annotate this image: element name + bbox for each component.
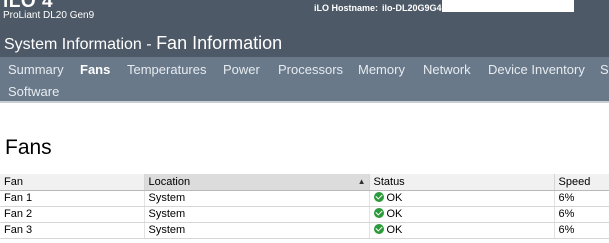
fans-table: Fan Location ▲ Status Speed Fan 1 System…	[0, 174, 609, 239]
fan-status-text: OK	[386, 208, 403, 220]
fan-name-cell: Fan 3	[0, 222, 145, 239]
tab-bar-divider	[0, 101, 609, 103]
sort-ascending-icon: ▲	[357, 177, 366, 186]
column-header-fan[interactable]: Fan	[0, 174, 145, 191]
column-header-status[interactable]: Status	[369, 174, 555, 191]
fan-status-cell: OK	[369, 206, 555, 223]
fan-status-cell: OK	[369, 222, 555, 239]
tab-memory[interactable]: Memory	[358, 62, 405, 77]
tab-summary[interactable]: Summary	[8, 62, 64, 77]
hostname-label: iLO Hostname:	[314, 3, 379, 13]
fan-speed-cell: 6%	[554, 206, 609, 223]
ilo-fan-information-page: iLO 4 ProLiant DL20 Gen9 iLO Hostname: i…	[0, 0, 609, 243]
tab-fans[interactable]: Fans	[80, 62, 110, 77]
tab-processors[interactable]: Processors	[278, 62, 343, 77]
fan-status-text: OK	[386, 192, 403, 204]
tab-bar: Summary Fans Temperatures Power Processo…	[0, 57, 609, 102]
fan-speed-cell: 6%	[554, 190, 609, 207]
tab-software[interactable]: Software	[8, 84, 59, 99]
tab-temperatures[interactable]: Temperatures	[127, 62, 206, 77]
ok-check-icon	[373, 224, 384, 234]
table-header-row: Fan Location ▲ Status Speed	[0, 174, 609, 191]
hostname-value: ilo-DL20G9G4	[382, 3, 442, 13]
tab-power[interactable]: Power	[223, 62, 260, 77]
server-model: ProLiant DL20 Gen9	[3, 10, 95, 21]
page-title-section: System Information	[4, 36, 142, 53]
page-title-separator: -	[146, 36, 152, 53]
fan-location-cell: System	[144, 222, 370, 239]
hostname-redaction	[442, 0, 574, 12]
column-header-location[interactable]: Location ▲	[144, 174, 370, 191]
tab-storage-truncated[interactable]: S	[600, 62, 609, 77]
fan-name-cell: Fan 1	[0, 190, 145, 207]
table-row: Fan 2 System OK 6%	[0, 206, 609, 223]
table-row: Fan 3 System OK 6%	[0, 222, 609, 239]
page-title-subpage: Fan Information	[156, 33, 283, 53]
column-header-speed[interactable]: Speed	[554, 174, 609, 191]
fan-location-cell: System	[144, 206, 370, 223]
fan-status-text: OK	[386, 224, 403, 236]
tab-network[interactable]: Network	[423, 62, 471, 77]
column-header-location-label: Location	[148, 175, 191, 188]
table-row: Fan 1 System OK 6%	[0, 190, 609, 207]
page-title: System Information - Fan Information	[4, 33, 282, 54]
fan-name-cell: Fan 2	[0, 206, 145, 223]
ok-check-icon	[373, 208, 384, 218]
fan-status-cell: OK	[369, 190, 555, 207]
fans-heading: Fans	[5, 136, 52, 159]
tab-device-inventory[interactable]: Device Inventory	[488, 62, 585, 77]
ok-check-icon	[373, 192, 384, 202]
fan-location-cell: System	[144, 190, 370, 207]
fan-speed-cell: 6%	[554, 222, 609, 239]
top-header: iLO 4 ProLiant DL20 Gen9 iLO Hostname: i…	[0, 0, 609, 57]
